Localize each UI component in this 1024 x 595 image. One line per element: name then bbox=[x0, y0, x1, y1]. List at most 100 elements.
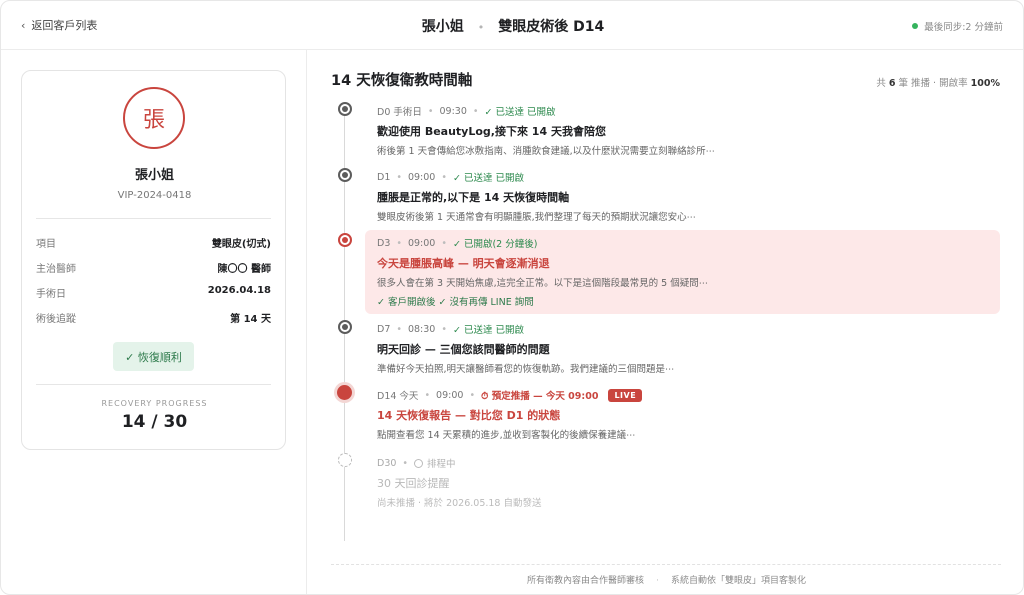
footer: 所有衛教內容由合作醫師審核 · 系統自動依「雙眼皮」項目客製化 bbox=[308, 573, 1023, 586]
entry-time: 08:30 bbox=[407, 323, 436, 335]
entry-day: D14 今天 bbox=[377, 391, 419, 402]
info-value: 雙眼皮(切式) bbox=[211, 239, 271, 250]
info-row-procedure: 項目 雙眼皮(切式) bbox=[36, 235, 271, 250]
entry-meta: D30 • 排程中 bbox=[377, 456, 999, 471]
entry-outcome-note: ✓ 客戶開啟後 ✓ 沒有再傳 LINE 詢問 bbox=[377, 297, 534, 308]
clock-icon bbox=[414, 458, 424, 468]
info-label: 主治醫師 bbox=[36, 264, 76, 275]
meta-separator: • bbox=[441, 323, 447, 335]
timeline-summary: 共 6 筆 推播 · 開啟率 100% bbox=[876, 75, 1000, 89]
info-label: 手術日 bbox=[36, 289, 66, 300]
entry-title: 今天是腫脹高峰 — 明天會逐漸消退 bbox=[377, 257, 550, 270]
info-label: 術後追蹤 bbox=[36, 314, 76, 325]
timeline-node-live bbox=[337, 385, 352, 400]
timeline-entry-d0[interactable]: D0 手術日 • 09:30 • ✓ 已送達 已開啟 歡迎使用 BeautyLo… bbox=[377, 104, 999, 158]
entry-title: 14 天恢復報告 — 對比您 D1 的狀態 bbox=[377, 409, 561, 422]
info-value: 第 14 天 bbox=[230, 314, 271, 325]
entry-time: 09:30 bbox=[439, 105, 467, 117]
patient-name: 張小姐 bbox=[134, 168, 174, 183]
app-window: ‹ 返回客戶列表 張小姐 • 雙眼皮術後 D14 最後同步:2 分鐘前 張 張小姐 … bbox=[0, 0, 1024, 595]
top-bar: ‹ 返回客戶列表 張小姐 • 雙眼皮術後 D14 最後同步:2 分鐘前 bbox=[1, 1, 1023, 50]
patient-card: 張 張小姐 VIP-2024-0418 項目 雙眼皮(切式) 主治醫師 陳〇〇 … bbox=[21, 70, 286, 450]
header-procedure-title: 雙眼皮術後 D14 bbox=[498, 19, 605, 35]
info-label: 項目 bbox=[36, 239, 56, 250]
footer-right-text: 系統自動依「雙眼皮」項目客製化 bbox=[670, 576, 806, 586]
divider bbox=[36, 218, 271, 219]
footer-divider bbox=[331, 564, 1001, 565]
entry-status: ✓ 已送達 已開啟 bbox=[452, 325, 524, 336]
entry-time: 09:00 bbox=[436, 389, 464, 401]
timeline-node-sent bbox=[338, 168, 352, 182]
entry-title: 歡迎使用 BeautyLog,接下來 14 天我會陪您 bbox=[377, 125, 606, 138]
entry-title: 30 天回診提醒 bbox=[377, 477, 450, 490]
progress-label: RECOVERY PROGRESS bbox=[101, 399, 208, 408]
meta-separator: • bbox=[469, 389, 476, 401]
entry-meta: D1 • 09:00 • ✓ 已送達 已開啟 bbox=[377, 170, 999, 185]
live-badge: LIVE bbox=[608, 388, 643, 402]
summary-rate: 100% bbox=[970, 78, 1000, 89]
page-title: 張小姐 • 雙眼皮術後 D14 bbox=[1, 16, 1023, 36]
entry-status: ✓ 已送達 已開啟 bbox=[484, 107, 556, 118]
footer-left-text: 所有衛教內容由合作醫師審核 bbox=[527, 576, 645, 586]
entry-desc: 尚未推播 · 將於 2026.05.18 自動發送 bbox=[377, 498, 542, 509]
entry-meta: D0 手術日 • 09:30 • ✓ 已送達 已開啟 bbox=[377, 104, 999, 119]
entry-day: D30 bbox=[377, 457, 397, 469]
sidebar: 張 張小姐 VIP-2024-0418 項目 雙眼皮(切式) 主治醫師 陳〇〇 … bbox=[1, 50, 307, 594]
entry-day: D1 bbox=[377, 171, 391, 183]
patient-id: VIP-2024-0418 bbox=[117, 190, 192, 201]
entry-meta: D7 • 08:30 • ✓ 已送達 已開啟 bbox=[377, 322, 999, 337]
timeline-node-pending bbox=[338, 453, 352, 467]
sync-dot-icon bbox=[912, 23, 919, 29]
entry-desc: 點開查看您 14 天累積的進步,並收到客製化的後續保養建議⋯ bbox=[377, 430, 636, 441]
info-value: 2026.04.18 bbox=[207, 285, 271, 296]
meta-separator: • bbox=[472, 105, 479, 117]
summary-count: 6 bbox=[888, 78, 896, 89]
entry-day: D7 bbox=[377, 323, 391, 335]
title-separator: • bbox=[477, 21, 485, 34]
entry-meta: D3 • 09:00 • ✓ 已開啟(2 分鐘後) bbox=[377, 236, 988, 251]
summary-prefix: 共 bbox=[876, 78, 886, 89]
entry-desc: 準備好今天拍照,明天讓醫師看您的恢復軌跡。我們建議的三個問題是⋯ bbox=[377, 364, 675, 375]
meta-separator: • bbox=[441, 237, 447, 249]
entry-day: D3 bbox=[377, 237, 391, 249]
entry-status: ✓ 已開啟(2 分鐘後) bbox=[452, 239, 538, 250]
entry-title: 腫脹是正常的,以下是 14 天恢復時間軸 bbox=[377, 191, 570, 204]
entry-time: 09:00 bbox=[407, 171, 436, 183]
footer-separator: · bbox=[656, 576, 659, 586]
timeline-entry-d1[interactable]: D1 • 09:00 • ✓ 已送達 已開啟 腫脹是正常的,以下是 14 天恢復… bbox=[377, 170, 999, 224]
info-value: 陳〇〇 醫師 bbox=[217, 264, 271, 275]
summary-mid: 筆 推播 · 開啟率 bbox=[898, 78, 968, 89]
main-panel: 14 天恢復衛教時間軸 共 6 筆 推播 · 開啟率 100% D0 手術日 •… bbox=[308, 50, 1023, 594]
entry-meta: D14 今天 • 09:00 • ⏱ 預定推播 — 今天 09:00 LIVE bbox=[377, 388, 999, 402]
avatar: 張 bbox=[123, 87, 185, 149]
entry-day: D0 手術日 bbox=[377, 107, 422, 118]
entry-title: 明天回診 — 三個您該問醫師的問題 bbox=[377, 343, 550, 356]
divider bbox=[36, 384, 271, 385]
timeline-node-highlight bbox=[338, 233, 352, 247]
header-patient-name: 張小姐 bbox=[421, 19, 464, 35]
timeline-entry-d14[interactable]: D14 今天 • 09:00 • ⏱ 預定推播 — 今天 09:00 LIVE … bbox=[377, 388, 999, 441]
meta-separator: • bbox=[402, 457, 409, 469]
entry-status: ✓ 已送達 已開啟 bbox=[452, 173, 524, 184]
entry-desc: 很多人會在第 3 天開始焦慮,這完全正常。以下是這個階段最常見的 5 個疑問⋯ bbox=[377, 278, 709, 289]
entry-time: 09:00 bbox=[407, 237, 436, 249]
info-row-doctor: 主治醫師 陳〇〇 醫師 bbox=[36, 260, 271, 275]
meta-separator: • bbox=[396, 323, 402, 335]
progress-value: 14 / 30 bbox=[121, 412, 188, 432]
meta-separator: • bbox=[396, 237, 402, 249]
info-row-followup: 術後追蹤 第 14 天 bbox=[36, 310, 271, 325]
entry-scheduled-status: ⏱ 預定推播 — 今天 09:00 bbox=[481, 391, 599, 402]
timeline-entry-d30[interactable]: D30 • 排程中 30 天回診提醒 尚未推播 · 將於 2026.05.18 … bbox=[377, 456, 999, 510]
sync-status: 最後同步:2 分鐘前 bbox=[912, 19, 1003, 33]
meta-separator: • bbox=[427, 105, 434, 117]
timeline-title: 14 天恢復衛教時間軸 bbox=[331, 73, 473, 89]
timeline-entry-d7[interactable]: D7 • 08:30 • ✓ 已送達 已開啟 明天回診 — 三個您該問醫師的問題… bbox=[377, 322, 999, 376]
entry-status: 排程中 bbox=[427, 459, 456, 470]
status-badge: ✓ 恢復順利 bbox=[113, 342, 194, 371]
entry-desc: 雙眼皮術後第 1 天通常會有明顯腫脹,我們整理了每天的預期狀況讓您安心⋯ bbox=[377, 212, 697, 223]
timeline-node-sent bbox=[338, 102, 352, 116]
meta-separator: • bbox=[424, 389, 431, 401]
info-row-surgery-date: 手術日 2026.04.18 bbox=[36, 285, 271, 300]
meta-separator: • bbox=[396, 171, 402, 183]
timeline-entry-d3[interactable]: D3 • 09:00 • ✓ 已開啟(2 分鐘後) 今天是腫脹高峰 — 明天會逐… bbox=[365, 230, 1000, 314]
